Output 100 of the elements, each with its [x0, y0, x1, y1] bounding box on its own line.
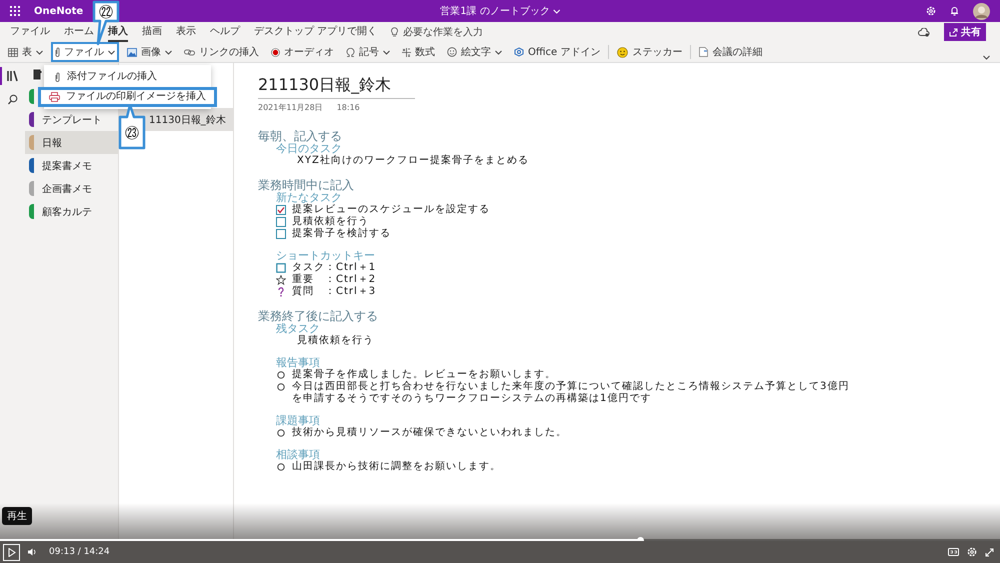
toolbar-button[interactable]: リンクの挿入 [180, 42, 263, 62]
tell-me-field[interactable]: 必要な作業を入力 [403, 26, 514, 38]
smiley-icon [447, 47, 457, 57]
checkbox[interactable] [276, 229, 286, 239]
outline-text: 技術から見積リソースが確保できないといわれました。 [292, 427, 567, 439]
toolbar-button[interactable]: 会議の詳細 [695, 42, 766, 62]
menu-tab[interactable]: 描画 [142, 22, 162, 42]
outline-subheading: 報告事項 [276, 357, 321, 369]
section-label: 顧客カルテ [42, 206, 92, 218]
bell-icon[interactable] [950, 6, 959, 16]
share-button[interactable]: 共有 [944, 23, 986, 41]
outline-subheading: 課題事項 [276, 415, 321, 427]
outline-subheading: 残タスク [276, 323, 321, 335]
outline-text: 質問 ：Ctrl＋3 [292, 286, 376, 298]
app-launcher-icon[interactable] [10, 6, 20, 16]
checkbox[interactable] [276, 217, 286, 227]
outline-text: 山田課長から技術に調整をお願いします。 [292, 461, 501, 473]
app-name: OneNote [34, 6, 84, 16]
bullet-icon [276, 462, 286, 472]
section-label: 企画書メモ [42, 182, 92, 196]
paperclip-icon [55, 72, 61, 82]
outline-subheading: ショートカットキー [276, 250, 376, 262]
play-button[interactable] [3, 544, 20, 560]
section-item[interactable]: 顧客カルテ [25, 200, 118, 223]
page-title[interactable]: 211130日報_鈴木 [258, 75, 416, 99]
star-icon [276, 275, 286, 285]
volume-icon[interactable] [28, 548, 37, 556]
section-item[interactable]: 日報 [25, 131, 118, 154]
outline-text: 提案レビューのスケジュールを設定する [292, 204, 490, 216]
outline-text: 提案骨子を検討する [292, 228, 391, 240]
lightbulb-icon [391, 27, 398, 37]
toolbar-button[interactable]: 画像 [123, 42, 176, 62]
fullscreen-icon[interactable] [985, 548, 994, 556]
open-desktop-link[interactable]: デスクトップ アプリで開く [254, 22, 378, 42]
toolbar-button[interactable]: 表 [4, 42, 47, 62]
playback-time: 09:13 / 14:24 [49, 547, 110, 557]
avatar-icon[interactable] [973, 2, 990, 20]
outline-heading: 業務終了後に記入する [258, 310, 379, 323]
outline-text: 重要 ：Ctrl＋2 [292, 274, 376, 286]
toolbar-button[interactable]: 記号 [342, 42, 394, 62]
outline-subheading: 今日のタスク [276, 143, 343, 155]
menu-item[interactable]: ファイルの印刷イメージを挿入 [38, 87, 217, 107]
outline-heading: 毎朝、記入する [258, 130, 343, 143]
paperclip-icon [55, 47, 60, 57]
menu-item[interactable]: 添付ファイルの挿入 [44, 67, 211, 87]
page-time: 18:16 [336, 102, 360, 114]
caret-icon[interactable] [983, 55, 990, 60]
share-icon [949, 28, 958, 36]
sticker-icon [617, 46, 628, 58]
toolbar-button[interactable]: オーディオ [267, 42, 338, 62]
page-date: 2021年11月28日 [258, 102, 323, 114]
toolbar-button[interactable]: ステッカー [613, 42, 686, 62]
bullet-icon [276, 370, 286, 380]
outline-text: 今日は西田部長と打ち合わせを行ないました来年度の予算について確認したところ情報システム予算として3億円を申請するそうですそのうちワークフローシステムの再構築は1億円です [292, 381, 850, 405]
captions-icon[interactable] [948, 548, 959, 556]
bullet-icon [276, 428, 286, 438]
settings-icon[interactable] [926, 6, 936, 16]
hexagon-icon [514, 47, 524, 57]
link-icon [184, 48, 195, 56]
bullet-icon [276, 382, 286, 392]
menu-tab[interactable]: 表示 [176, 22, 196, 42]
toolbar-button[interactable]: ファイル [51, 42, 119, 62]
toolbar-button[interactable]: Office アドイン [510, 42, 604, 62]
omega-icon [346, 48, 355, 56]
tooltip: 再生 [2, 507, 32, 525]
toolbar-button[interactable]: 絵文字 [443, 42, 506, 62]
section-color-tab[interactable] [29, 89, 34, 104]
outline-text: 見積依頼を行う [292, 216, 369, 228]
outline-subheading: 相談事項 [276, 449, 320, 461]
record-icon [271, 48, 280, 56]
menu-tab[interactable]: ヘルプ [210, 22, 240, 42]
outline-heading: 業務時間中に記入 [258, 179, 355, 192]
section-item[interactable]: 提案書メモ [25, 154, 118, 177]
document-icon [699, 47, 708, 57]
outline-text: XYZ社向けのワークフロー提案骨子をまとめる [297, 155, 529, 167]
table-icon [8, 48, 18, 56]
image-icon [127, 48, 137, 56]
outline-subheading: 新たなタスク [276, 192, 343, 204]
task-tag-icon [276, 263, 286, 273]
section-item[interactable]: テンプレート [25, 108, 118, 131]
equation-icon [402, 48, 411, 56]
toolbar-button[interactable]: 数式 [398, 42, 439, 62]
question-tag-icon [276, 287, 286, 297]
outline-text: タスク：Ctrl＋1 [292, 262, 376, 274]
section-label: テンプレート [42, 114, 102, 126]
outline-text: 見積依頼を行う [297, 335, 374, 347]
menu-tab[interactable]: ホーム [64, 22, 94, 42]
notebook-title[interactable]: 営業1課 のノートブック [440, 4, 560, 18]
notebook-icon[interactable] [33, 68, 42, 80]
caret-icon [552, 8, 560, 14]
section-item[interactable]: 企画書メモ [25, 177, 118, 200]
settings-icon[interactable] [967, 547, 977, 557]
printer-icon [49, 92, 60, 102]
menu-tab[interactable]: ファイル [10, 22, 50, 42]
checkbox[interactable] [276, 205, 286, 215]
section-label: 提案書メモ [42, 160, 92, 172]
cloud-icon[interactable] [918, 28, 930, 36]
section-label: 日報 [42, 136, 62, 150]
play-icon [8, 548, 16, 556]
outline-text: 提案骨子を作成しました。レビューをお願いします。 [292, 369, 556, 380]
